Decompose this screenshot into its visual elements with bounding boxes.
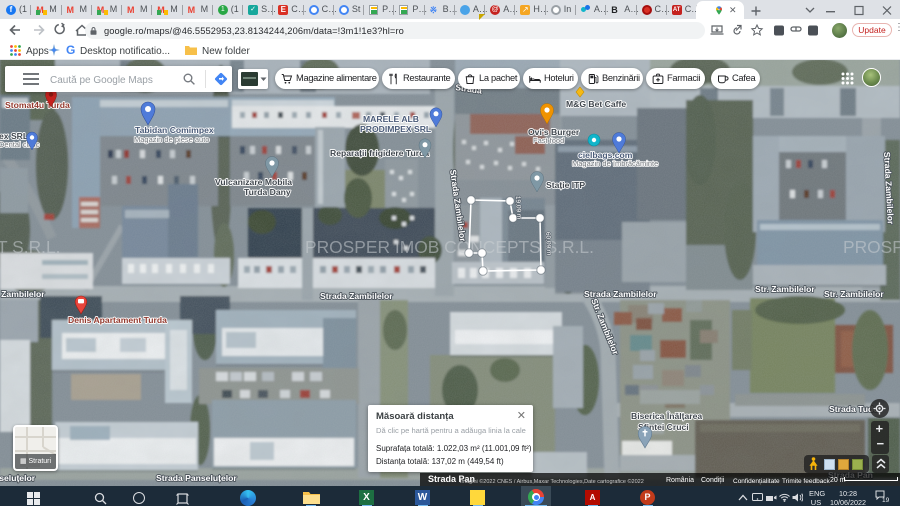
svg-text:Vulcanizare Mobila: Vulcanizare Mobila xyxy=(215,177,292,187)
svg-text:M&G Bet Caffe: M&G Bet Caffe xyxy=(566,99,626,109)
svg-text:Biserica Înălțarea: Biserica Înălțarea xyxy=(631,410,702,421)
svg-text:19,09 m: 19,09 m xyxy=(514,196,522,220)
svg-text:Magazin de piese auto: Magazin de piese auto xyxy=(134,135,209,144)
svg-text:PROSPER: PROSPER xyxy=(843,237,900,257)
svg-text:Denis Apartament Turda: Denis Apartament Turda xyxy=(68,315,167,325)
svg-text:Reparații frigidere Turda: Reparații frigidere Turda xyxy=(330,148,429,158)
svg-text:T Ș.R.L.: T Ș.R.L. xyxy=(0,237,60,257)
svg-text:a Zambilelor: a Zambilelor xyxy=(0,289,45,299)
svg-text:Strada Zambilelor: Strada Zambilelor xyxy=(320,291,393,301)
svg-text:Turda Dany: Turda Dany xyxy=(244,187,291,197)
svg-text:Str. Zambilelor: Str. Zambilelor xyxy=(824,289,884,299)
svg-text:Fast food: Fast food xyxy=(533,136,564,145)
svg-text:Magazin de îmbrăcăminte: Magazin de îmbrăcăminte xyxy=(572,159,658,168)
svg-text:Stomat4u Turda: Stomat4u Turda xyxy=(5,100,70,110)
svg-text:60,09 m: 60,09 m xyxy=(544,232,552,256)
svg-text:Str. Zambilelor: Str. Zambilelor xyxy=(755,284,815,294)
svg-text:MARELE ALB: MARELE ALB xyxy=(363,114,419,124)
svg-text:PRODIMPEX SRL: PRODIMPEX SRL xyxy=(360,124,431,134)
svg-text:Tabidan Comimpex: Tabidan Comimpex xyxy=(135,125,214,135)
svg-text:Stație ITP: Stație ITP xyxy=(546,180,585,190)
svg-text:nseluțelor: nseluțelor xyxy=(0,473,36,483)
svg-text:Strada Panseluțelor: Strada Panseluțelor xyxy=(156,473,237,483)
